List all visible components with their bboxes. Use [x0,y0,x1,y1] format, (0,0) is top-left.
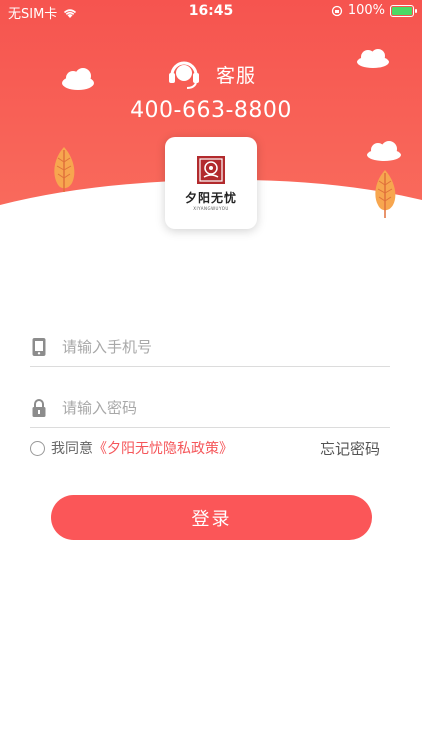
battery-icon [390,4,417,17]
service-label: 客服 [215,64,256,87]
privacy-agreement: 我同意 《夕阳无忧隐私政策》 [30,438,233,458]
lock-icon [30,397,48,419]
status-bar: 无SIM卡 16:45 100% [0,0,422,24]
phone-field[interactable]: 请输入手机号 [30,327,390,367]
logo-emblem-icon [197,156,225,184]
headset-icon [168,61,199,89]
status-right: 100% [331,3,417,18]
orientation-lock-icon [331,5,342,16]
battery-percent: 100% [347,3,385,18]
logo-subtitle: XIYANGWUYOU [193,206,229,211]
app-logo: 夕阳无忧 XIYANGWUYOU [165,137,257,229]
phone-input[interactable]: 请输入手机号 [62,336,152,357]
mobile-phone-icon [30,336,48,358]
password-field[interactable]: 请输入密码 [30,388,390,428]
customer-service: 客服 400-663-8800 [0,58,422,123]
privacy-policy-link[interactable]: 《夕阳无忧隐私政策》 [93,438,233,458]
service-row: 客服 [0,58,422,90]
agree-radio[interactable] [30,440,45,456]
service-phone[interactable]: 400-663-8800 [0,98,422,123]
login-button[interactable]: 登录 [51,495,372,540]
logo-name: 夕阳无忧 [184,191,237,205]
agree-prefix: 我同意 [51,441,93,457]
forgot-password-link[interactable]: 忘记密码 [320,438,380,459]
password-input[interactable]: 请输入密码 [62,397,137,418]
